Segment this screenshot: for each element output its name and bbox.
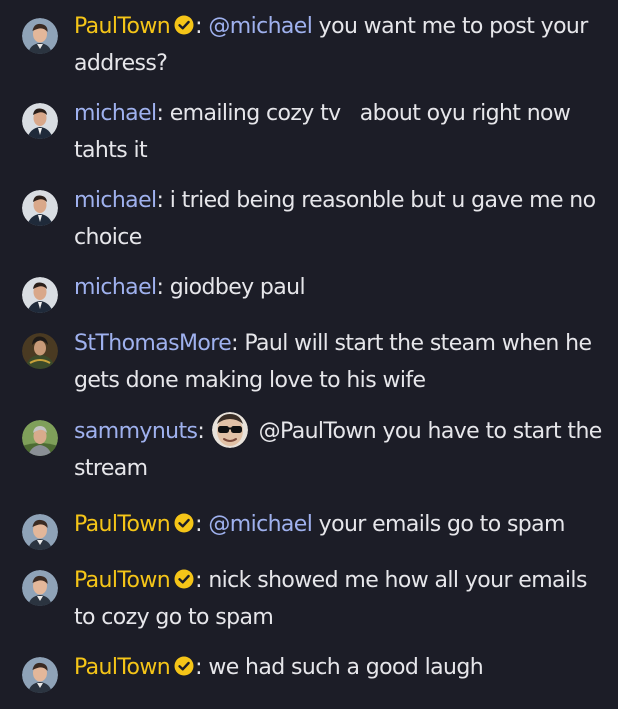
chat-panel: PaulTown: @michael you want me to post y… <box>0 0 618 709</box>
username-separator: : <box>197 419 205 444</box>
sunglasses-face-emote-icon <box>212 412 249 448</box>
michael-avatar-icon[interactable] <box>22 190 58 226</box>
mention-link[interactable]: @michael <box>208 512 313 537</box>
username-separator: : <box>195 568 202 593</box>
username[interactable]: michael <box>74 275 157 300</box>
username[interactable]: PaulTown <box>74 14 171 39</box>
username-separator: : <box>195 655 202 680</box>
username-separator: : <box>231 331 238 356</box>
mention-link[interactable]: @michael <box>208 14 313 39</box>
michael-avatar-icon[interactable] <box>22 277 58 313</box>
username[interactable]: StThomasMore <box>74 331 232 356</box>
stthomasmore-avatar-icon[interactable] <box>22 333 58 369</box>
paultown-avatar-icon[interactable] <box>22 570 58 606</box>
username[interactable]: michael <box>74 101 157 126</box>
username[interactable]: sammynuts <box>74 419 198 444</box>
verified-badge-icon <box>174 15 194 35</box>
verified-badge-icon <box>174 569 194 589</box>
username[interactable]: PaulTown <box>74 568 171 593</box>
username-separator: : <box>195 512 202 537</box>
paultown-avatar-icon[interactable] <box>22 657 58 693</box>
paultown-avatar-icon[interactable] <box>22 514 58 550</box>
verified-badge-icon <box>174 513 194 533</box>
paultown-avatar-icon[interactable] <box>22 18 58 54</box>
username-separator: : <box>195 14 202 39</box>
username[interactable]: PaulTown <box>74 512 171 537</box>
username[interactable]: PaulTown <box>74 655 171 680</box>
username[interactable]: michael <box>74 188 157 213</box>
sammynuts-avatar-icon[interactable] <box>22 420 58 456</box>
message-text: giodbey paul <box>163 275 306 300</box>
verified-badge-icon <box>174 656 194 676</box>
message-text: we had such a good laugh <box>201 655 484 680</box>
message-text: your emails go to spam <box>312 512 566 537</box>
michael-avatar-icon[interactable] <box>22 103 58 139</box>
